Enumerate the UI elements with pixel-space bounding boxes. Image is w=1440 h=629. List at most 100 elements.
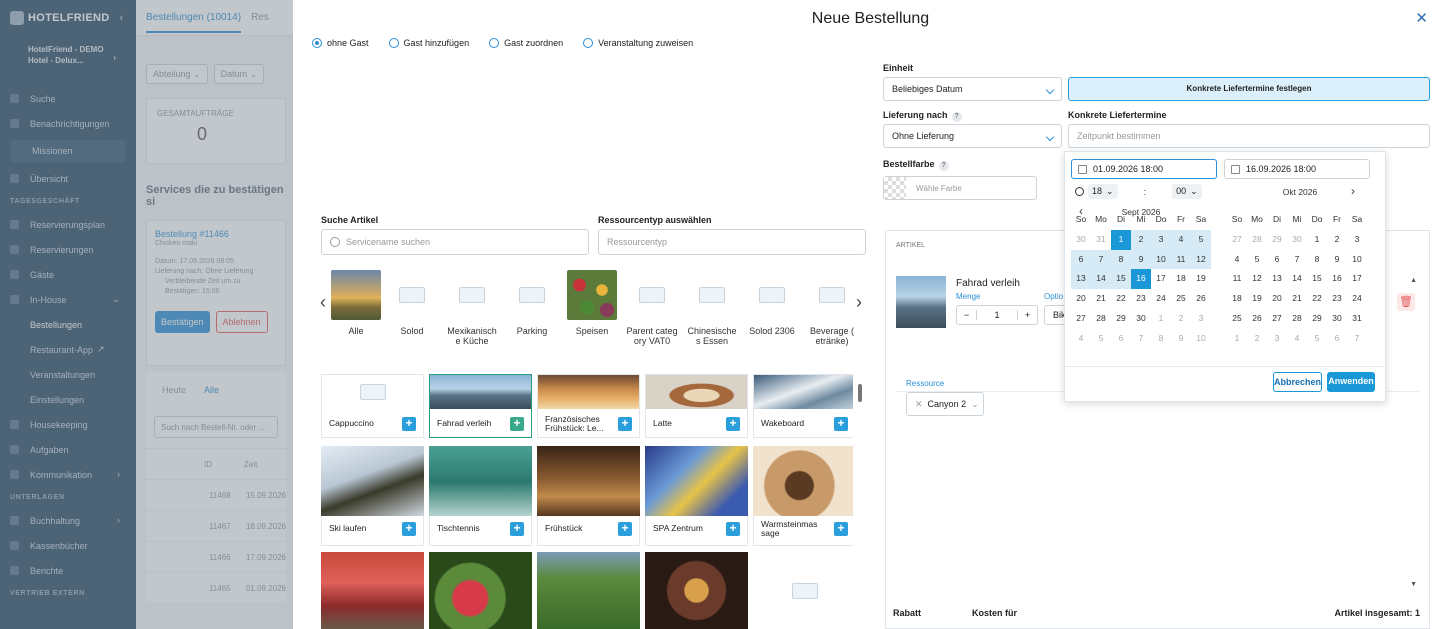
calendar-day[interactable]: 1 — [1111, 229, 1131, 250]
calendar-day[interactable]: 26 — [1191, 289, 1211, 309]
calendar-day[interactable]: 11 — [1227, 269, 1247, 289]
category-item[interactable]: Beverage ( etränke) — [802, 270, 862, 346]
calendar-day[interactable]: 18 — [1227, 289, 1247, 309]
modal-backdrop[interactable] — [0, 0, 296, 629]
start-date-input[interactable]: 01.09.2026 18:00 — [1071, 159, 1217, 179]
calendar-day[interactable]: 3 — [1151, 229, 1171, 250]
calendar-day[interactable]: 9 — [1327, 250, 1347, 270]
calendar-day[interactable]: 4 — [1071, 329, 1091, 349]
calendar-day[interactable]: 5 — [1247, 250, 1267, 270]
calendar-day[interactable]: 2 — [1131, 229, 1151, 250]
scroll-down-icon[interactable]: ▼ — [1410, 581, 1417, 588]
add-icon[interactable]: + — [510, 417, 524, 431]
calendar-day[interactable]: 28 — [1091, 309, 1111, 329]
calendar-day[interactable]: 6 — [1071, 249, 1091, 270]
add-icon[interactable]: + — [726, 417, 740, 431]
minus-button[interactable]: − — [957, 310, 977, 320]
remove-icon[interactable]: ✕ — [915, 399, 923, 410]
plus-button[interactable]: + — [1017, 310, 1037, 320]
calendar-day[interactable]: 28 — [1287, 309, 1307, 329]
delivery-select[interactable]: Ohne Lieferung — [883, 124, 1062, 148]
calendar-day[interactable]: 18 — [1171, 269, 1191, 289]
calendar-day[interactable]: 21 — [1287, 289, 1307, 309]
category-item[interactable]: Solod — [382, 270, 442, 336]
dates-input[interactable]: Zeitpunkt bestimmen — [1068, 124, 1430, 148]
product-tile[interactable]: Cappuccino + — [321, 374, 424, 438]
calendar-day[interactable]: 30 — [1287, 230, 1307, 250]
hour-select[interactable]: 18 ⌄ — [1088, 184, 1118, 199]
calendar-day[interactable]: 13 — [1267, 269, 1287, 289]
calendar-day[interactable]: 1 — [1151, 309, 1171, 329]
resource-type-input[interactable]: Ressourcentyp — [598, 229, 866, 255]
trash-icon[interactable]: 🗑 — [1397, 293, 1415, 311]
calendar-day[interactable]: 11 — [1171, 249, 1191, 270]
calendar-day[interactable]: 30 — [1071, 230, 1091, 250]
calendar-day[interactable]: 3 — [1347, 230, 1367, 250]
calendar-day[interactable]: 8 — [1151, 329, 1171, 349]
unit-select[interactable]: Beliebiges Datum — [883, 77, 1062, 101]
add-icon[interactable]: + — [618, 522, 632, 536]
calendar-day[interactable]: 29 — [1267, 230, 1287, 250]
scroll-up-icon[interactable]: ▲ — [1410, 277, 1417, 284]
add-icon[interactable]: + — [402, 522, 416, 536]
product-tile[interactable]: Fahrad verleih + — [429, 374, 532, 438]
quantity-value[interactable]: 1 — [977, 310, 1017, 320]
apply-button[interactable]: Anwenden — [1327, 372, 1375, 392]
calendar-day[interactable]: 14 — [1091, 269, 1111, 290]
calendar-day[interactable]: 6 — [1267, 250, 1287, 270]
calendar-day[interactable]: 31 — [1347, 309, 1367, 329]
calendar-day[interactable]: 20 — [1267, 289, 1287, 309]
calendar-day[interactable]: 12 — [1247, 269, 1267, 289]
calendar-day[interactable]: 27 — [1071, 309, 1091, 329]
end-date-input[interactable]: 16.09.2026 18:00 — [1224, 159, 1370, 179]
calendar-day[interactable]: 25 — [1227, 309, 1247, 329]
calendar-day[interactable]: 4 — [1171, 229, 1191, 250]
calendar-day[interactable]: 2 — [1247, 329, 1267, 349]
calendar-day[interactable]: 9 — [1171, 329, 1191, 349]
calendar-day[interactable]: 2 — [1171, 309, 1191, 329]
calendar-day[interactable]: 23 — [1327, 289, 1347, 309]
add-icon[interactable]: + — [618, 417, 632, 431]
cancel-button[interactable]: Abbrechen — [1273, 372, 1322, 392]
calendar-day[interactable]: 12 — [1191, 249, 1211, 270]
category-item[interactable]: Mexikanisch e Küche — [442, 270, 502, 346]
product-tile[interactable]: Latte + — [645, 374, 748, 438]
calendar-day[interactable]: 3 — [1267, 329, 1287, 349]
calendar-day[interactable]: 25 — [1171, 289, 1191, 309]
calendar-day[interactable]: 13 — [1071, 269, 1091, 290]
category-item[interactable]: Solod 2306 — [742, 270, 802, 336]
calendar-day[interactable]: 19 — [1191, 269, 1211, 289]
calendar-day[interactable]: 16 — [1327, 269, 1347, 289]
minute-select[interactable]: 00 ⌄ — [1172, 184, 1202, 199]
product-tile[interactable]: Warmsteinmas sage + — [753, 516, 853, 546]
product-tile[interactable]: SPA Zentrum + — [645, 516, 748, 546]
product-tile[interactable]: Ski laufen + — [321, 516, 424, 546]
calendar-day[interactable]: 5 — [1307, 329, 1327, 349]
calendar-day[interactable]: 5 — [1091, 329, 1111, 349]
calendar-day[interactable]: 30 — [1327, 309, 1347, 329]
calendar-day[interactable]: 17 — [1151, 269, 1171, 289]
help-icon[interactable]: ? — [951, 112, 962, 122]
calendar-day[interactable]: 22 — [1111, 289, 1131, 309]
calendar-day[interactable]: 15 — [1111, 269, 1131, 290]
calendar-day[interactable]: 19 — [1247, 289, 1267, 309]
fixed-dates-button[interactable]: Konkrete Liefertermine festlegen — [1068, 77, 1430, 101]
add-icon[interactable]: + — [834, 417, 848, 431]
calendar-day[interactable]: 15 — [1307, 269, 1327, 289]
calendar-day[interactable]: 23 — [1131, 289, 1151, 309]
category-item[interactable]: Alle — [326, 270, 386, 336]
calendar-day[interactable]: 7 — [1131, 329, 1151, 349]
product-tile[interactable]: Frühstück + — [537, 516, 640, 546]
color-picker[interactable]: Wähle Farbe — [883, 176, 1037, 200]
help-icon[interactable]: ? — [938, 161, 949, 171]
resource-select[interactable]: ✕ Canyon 2 ⌄ — [906, 392, 984, 416]
calendar-day[interactable]: 27 — [1227, 230, 1247, 250]
close-icon[interactable]: ✕ — [1415, 9, 1428, 27]
calendar-day[interactable]: 30 — [1131, 309, 1151, 329]
calendar-day[interactable]: 4 — [1227, 250, 1247, 270]
category-item[interactable]: Speisen — [562, 270, 622, 336]
product-tile[interactable]: Tischtennis + — [429, 516, 532, 546]
category-item[interactable]: Parking — [502, 270, 562, 336]
add-icon[interactable]: + — [510, 522, 524, 536]
calendar-day[interactable]: 7 — [1287, 250, 1307, 270]
